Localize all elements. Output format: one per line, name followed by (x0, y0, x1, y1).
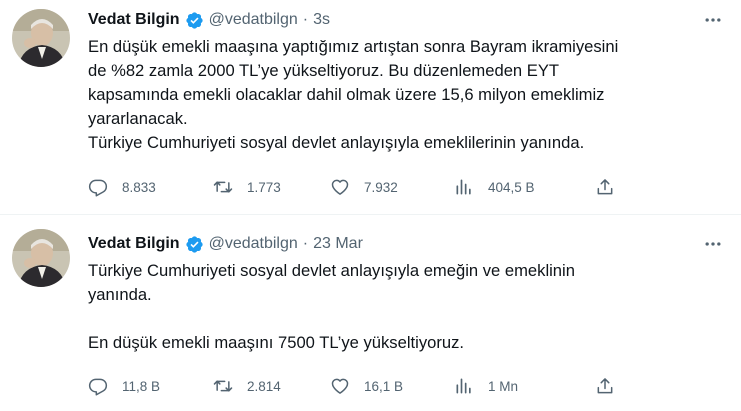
tweet-time[interactable]: 3s (313, 11, 330, 29)
views-button[interactable]: 1 Mn (454, 374, 518, 398)
reply-icon (88, 179, 108, 197)
tweet-text-line: Türkiye Cumhuriyeti sosyal devlet anlayı… (88, 133, 585, 152)
tweet-actions: 8.833 1.773 7.932 404,5 B (88, 175, 628, 199)
header-separator: · (302, 235, 309, 252)
retweet-count: 2.814 (247, 378, 281, 394)
tweet-text-line: En düşük emekli maaşına yaptığımız artış… (88, 37, 619, 56)
reply-button[interactable]: 11,8 B (88, 374, 160, 398)
heart-icon (331, 378, 349, 394)
author-handle[interactable]: @vedatbilgn (209, 235, 298, 253)
verified-badge-icon (185, 235, 204, 254)
reply-button[interactable]: 8.833 (88, 175, 156, 199)
tweet-text-line: En düşük emekli maaşını 7500 TL’ye yükse… (88, 333, 465, 352)
author-avatar[interactable] (12, 9, 70, 67)
tweet-text-line: Türkiye Cumhuriyeti sosyal devlet anlayı… (88, 261, 575, 280)
author-handle[interactable]: @vedatbilgn (209, 11, 298, 29)
share-icon (597, 378, 613, 394)
more-dots-icon[interactable] (701, 8, 725, 32)
share-button[interactable] (595, 374, 615, 398)
tweet-text: En düşük emekli maaşına yaptığımız artış… (88, 35, 728, 155)
tweet-text-line: yanında. (88, 285, 152, 304)
views-chart-icon (456, 179, 471, 195)
views-button[interactable]: 404,5 B (454, 175, 535, 199)
tweet-actions: 11,8 B 2.814 16,1 B 1 Mn (88, 374, 628, 398)
reply-count: 8.833 (122, 179, 156, 195)
share-icon (597, 179, 613, 195)
tweet-text-line: kapsamında emekli olacaklar dahil olmak … (88, 85, 605, 104)
author-name[interactable]: Vedat Bilgin (88, 11, 180, 29)
author-name[interactable]: Vedat Bilgin (88, 235, 180, 253)
retweet-icon (213, 380, 233, 392)
retweet-button[interactable]: 2.814 (213, 374, 281, 398)
reply-icon (88, 378, 108, 396)
header-separator: · (302, 11, 309, 28)
views-count: 1 Mn (488, 378, 519, 394)
like-button[interactable]: 16,1 B (330, 374, 403, 398)
tweet-text: Türkiye Cumhuriyeti sosyal devlet anlayı… (88, 259, 728, 355)
author-avatar[interactable] (12, 229, 70, 287)
retweet-count: 1.773 (247, 179, 281, 195)
tweet-header: Vedat Bilgin @vedatbilgn · 23 Mar (88, 233, 363, 255)
verified-badge-icon (185, 11, 204, 30)
share-button[interactable] (595, 175, 615, 199)
tweet-text-line: de %82 zamla 2000 TL’ye yükseltiyoruz. B… (88, 61, 560, 80)
views-chart-icon (456, 378, 471, 394)
tweet-text-line: yararlanacak. (88, 109, 188, 128)
like-count: 16,1 B (364, 378, 404, 394)
like-button[interactable]: 7.932 (330, 175, 398, 199)
retweet-icon (213, 181, 233, 193)
tweet-time[interactable]: 23 Mar (313, 235, 363, 253)
reply-count: 11,8 B (122, 378, 161, 394)
more-dots-icon[interactable] (701, 232, 725, 256)
retweet-button[interactable]: 1.773 (213, 175, 281, 199)
like-count: 7.932 (364, 179, 398, 195)
tweet-header: Vedat Bilgin @vedatbilgn · 3s (88, 9, 330, 31)
views-count: 404,5 B (488, 179, 535, 195)
heart-icon (331, 179, 349, 195)
